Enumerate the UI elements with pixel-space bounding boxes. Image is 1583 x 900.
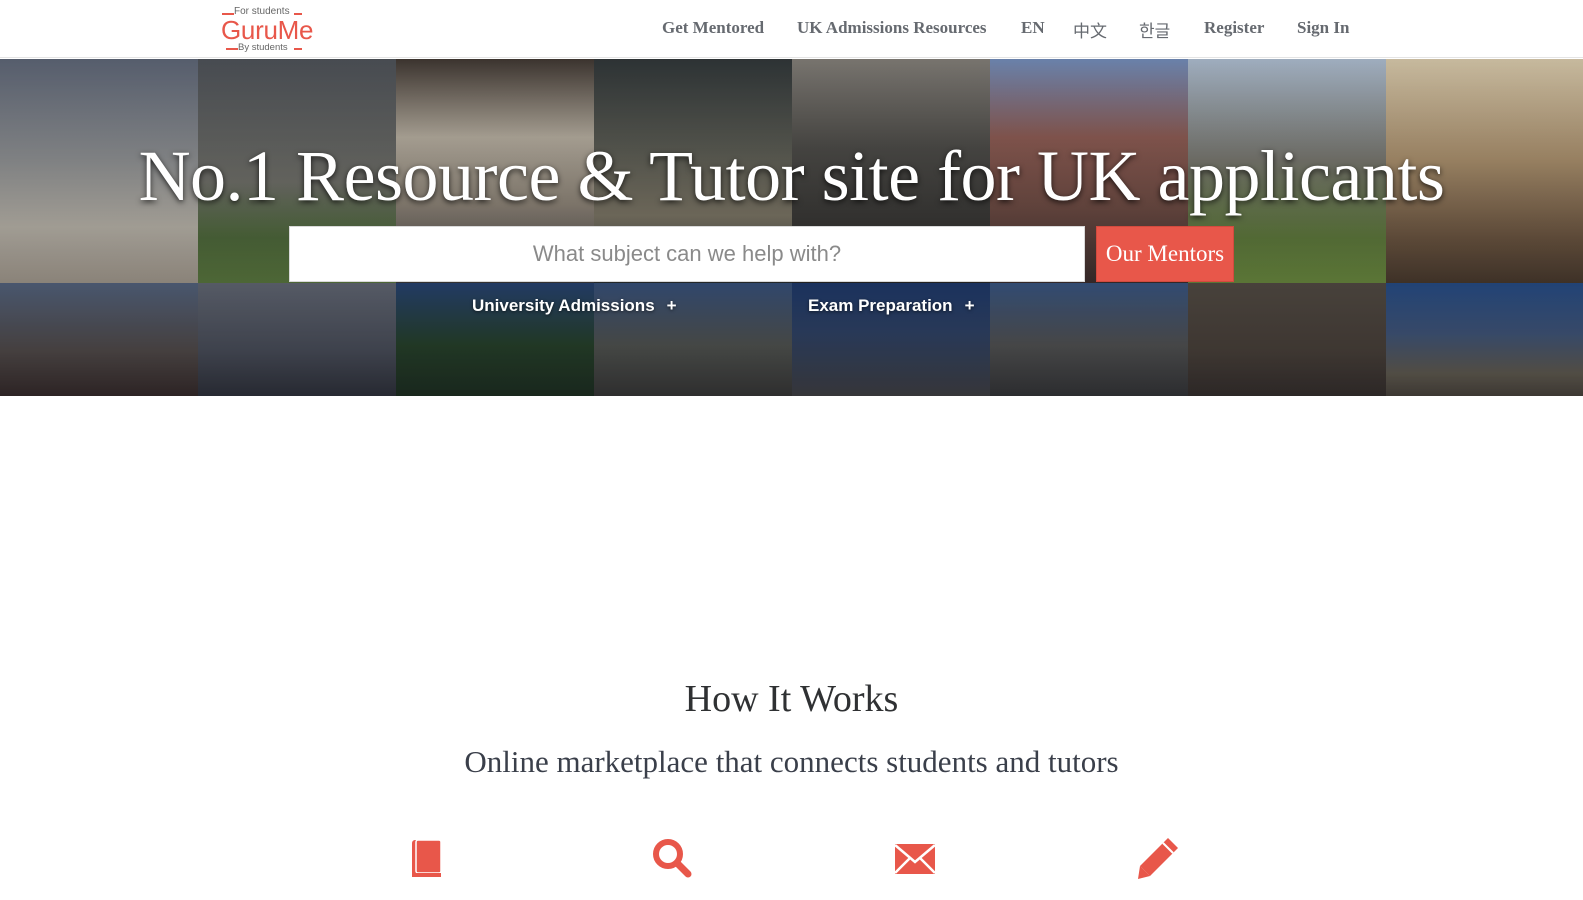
- logo-line-bottom-right: [294, 48, 302, 50]
- logo-bottom-text: By students: [238, 42, 288, 53]
- plus-icon: +: [666, 296, 677, 315]
- nav-register[interactable]: Register: [1204, 18, 1264, 38]
- exam-preparation-dropdown[interactable]: Exam Preparation +: [808, 296, 975, 316]
- subject-search-input[interactable]: [289, 226, 1085, 282]
- how-it-works-heading: How It Works: [684, 678, 899, 720]
- envelope-icon: [894, 844, 936, 874]
- exam-preparation-label: Exam Preparation: [808, 296, 953, 315]
- logo-line-bottom-left: [226, 48, 238, 50]
- nav-uk-admissions-resources[interactable]: UK Admissions Resources: [797, 18, 987, 38]
- hero-headline: No.1 Resource & Tutor site for UK applic…: [138, 136, 1445, 216]
- top-navbar: For students GuruMe By students Get Ment…: [0, 0, 1583, 58]
- nav-language-en[interactable]: EN: [1021, 18, 1045, 38]
- nav-get-mentored[interactable]: Get Mentored: [662, 18, 764, 38]
- main-nav: Get Mentored UK Admissions Resources EN …: [0, 18, 1583, 42]
- hero-banner: No.1 Resource & Tutor site for UK applic…: [0, 59, 1583, 396]
- plus-icon: +: [964, 296, 975, 315]
- book-icon: [412, 839, 442, 877]
- nav-sign-in[interactable]: Sign In: [1297, 18, 1349, 38]
- our-mentors-button[interactable]: Our Mentors: [1096, 226, 1234, 282]
- university-admissions-label: University Admissions: [472, 296, 655, 315]
- how-it-works-subtitle: Online marketplace that connects student…: [464, 744, 1119, 779]
- nav-language-chinese[interactable]: 中文: [1073, 17, 1107, 42]
- search-icon: [653, 839, 692, 878]
- nav-language-korean[interactable]: 한글: [1139, 17, 1170, 42]
- hero-overlay-bottom: [0, 283, 1583, 396]
- university-admissions-dropdown[interactable]: University Admissions +: [472, 296, 677, 316]
- pencil-icon: [1138, 838, 1178, 879]
